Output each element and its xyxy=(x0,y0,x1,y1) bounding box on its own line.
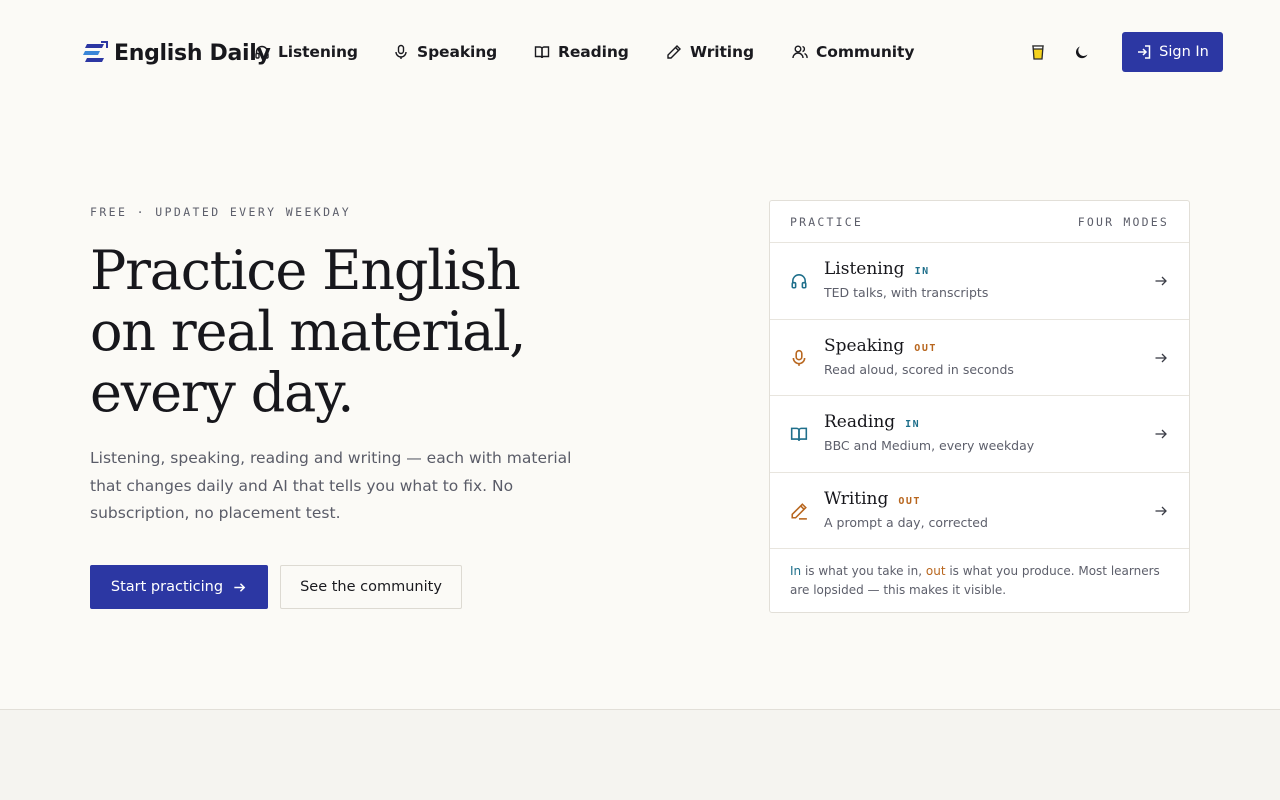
mode-row-reading[interactable]: Reading IN BBC and Medium, every weekday xyxy=(770,396,1189,473)
site-header: English Daily Listening Speaking Reading… xyxy=(0,0,1280,104)
microphone-icon xyxy=(395,44,407,59)
nav-item-community[interactable]: Community xyxy=(792,40,914,64)
sign-in-icon xyxy=(1138,45,1151,59)
arrow-right-icon xyxy=(1155,276,1167,286)
book-icon xyxy=(790,427,808,441)
brand-logo-icon xyxy=(83,41,108,62)
mode-row-speaking[interactable]: Speaking OUT Read aloud, scored in secon… xyxy=(770,320,1189,396)
mode-title: Listening xyxy=(824,259,905,279)
arrow-right-icon xyxy=(1155,429,1167,439)
nav-item-reading[interactable]: Reading xyxy=(534,40,629,64)
hero-subcopy: Listening, speaking, reading and writing… xyxy=(90,449,572,522)
mode-row-writing[interactable]: Writing OUT A prompt a day, corrected xyxy=(770,473,1189,549)
mode-title-wrap: Listening IN xyxy=(824,259,930,279)
see-community-button[interactable]: See the community xyxy=(280,565,462,609)
headline-line-1: Practice English xyxy=(90,239,521,302)
mode-row-listening[interactable]: Listening IN TED talks, with transcripts xyxy=(770,243,1189,320)
headline-line-3: every day. xyxy=(90,361,354,424)
mode-title-wrap: Writing OUT xyxy=(824,489,921,509)
practice-card-title: PRACTICE xyxy=(790,215,863,229)
nav-label-speaking: Speaking xyxy=(417,43,498,61)
pencil-icon xyxy=(667,45,681,59)
start-practicing-label: Start practicing xyxy=(110,579,224,595)
practice-card-header: PRACTICE FOUR MODES xyxy=(770,201,1189,243)
see-community-label: See the community xyxy=(300,579,442,595)
nav-label-reading: Reading xyxy=(558,43,629,61)
headphones-icon xyxy=(255,45,269,59)
nav-item-listening[interactable]: Listening xyxy=(254,40,358,64)
mode-description: Read aloud, scored in seconds xyxy=(824,361,1014,377)
sign-in-label: Sign In xyxy=(1159,44,1209,60)
mode-description: A prompt a day, corrected xyxy=(824,514,988,530)
mode-title-wrap: Speaking OUT xyxy=(824,336,937,356)
nav-item-speaking[interactable]: Speaking xyxy=(393,40,497,64)
mode-tag-out: OUT xyxy=(898,495,921,507)
practice-footnote: In is what you take in, out is what you … xyxy=(770,549,1189,600)
book-icon xyxy=(534,46,550,59)
mode-tag-in: IN xyxy=(905,419,921,430)
nav-label-writing: Writing xyxy=(690,43,754,61)
nav-item-writing[interactable]: Writing xyxy=(666,40,754,64)
start-practicing-button[interactable]: Start practicing xyxy=(90,565,268,609)
pencil-icon xyxy=(791,502,807,520)
arrow-right-icon xyxy=(1155,353,1167,362)
headline-line-2: on real material, xyxy=(90,300,526,363)
theme-toggle-button[interactable] xyxy=(1068,38,1096,66)
lower-section-band xyxy=(0,709,1280,800)
nav-label-listening: Listening xyxy=(278,43,358,61)
mode-tag-out: OUT xyxy=(914,342,937,354)
footnote-text-1: is what you take in, xyxy=(801,564,926,578)
nav-label-community: Community xyxy=(816,43,915,61)
mode-title: Writing xyxy=(824,488,889,509)
mode-title-wrap: Reading IN xyxy=(824,412,920,432)
footnote-out-word: out xyxy=(925,564,946,578)
tip-button[interactable] xyxy=(1024,38,1052,66)
microphone-icon xyxy=(792,349,806,366)
mode-title: Reading xyxy=(824,412,896,432)
beer-icon xyxy=(1032,45,1044,60)
hero-headline: Practice English on real material, every… xyxy=(90,240,650,423)
headphones-icon xyxy=(791,274,807,289)
mode-tag-in: IN xyxy=(914,266,930,277)
sign-in-button[interactable]: Sign In xyxy=(1122,32,1223,72)
brand-logo-link[interactable]: English Daily xyxy=(82,38,271,68)
hero-eyebrow: FREE · UPDATED EVERY WEEKDAY xyxy=(90,205,352,219)
arrow-right-icon xyxy=(1155,506,1167,515)
practice-card-count: FOUR MODES xyxy=(1077,215,1169,229)
brand-name: English Daily xyxy=(114,40,271,66)
mode-description: TED talks, with transcripts xyxy=(824,285,989,300)
mode-description: BBC and Medium, every weekday xyxy=(824,438,1035,453)
practice-card: PRACTICE FOUR MODES Listening IN TED tal… xyxy=(769,200,1190,613)
arrow-right-icon xyxy=(234,582,246,592)
footnote-in-word: In xyxy=(790,564,802,578)
mode-title: Speaking xyxy=(824,335,905,356)
users-icon xyxy=(792,45,808,59)
moon-icon xyxy=(1075,46,1088,59)
